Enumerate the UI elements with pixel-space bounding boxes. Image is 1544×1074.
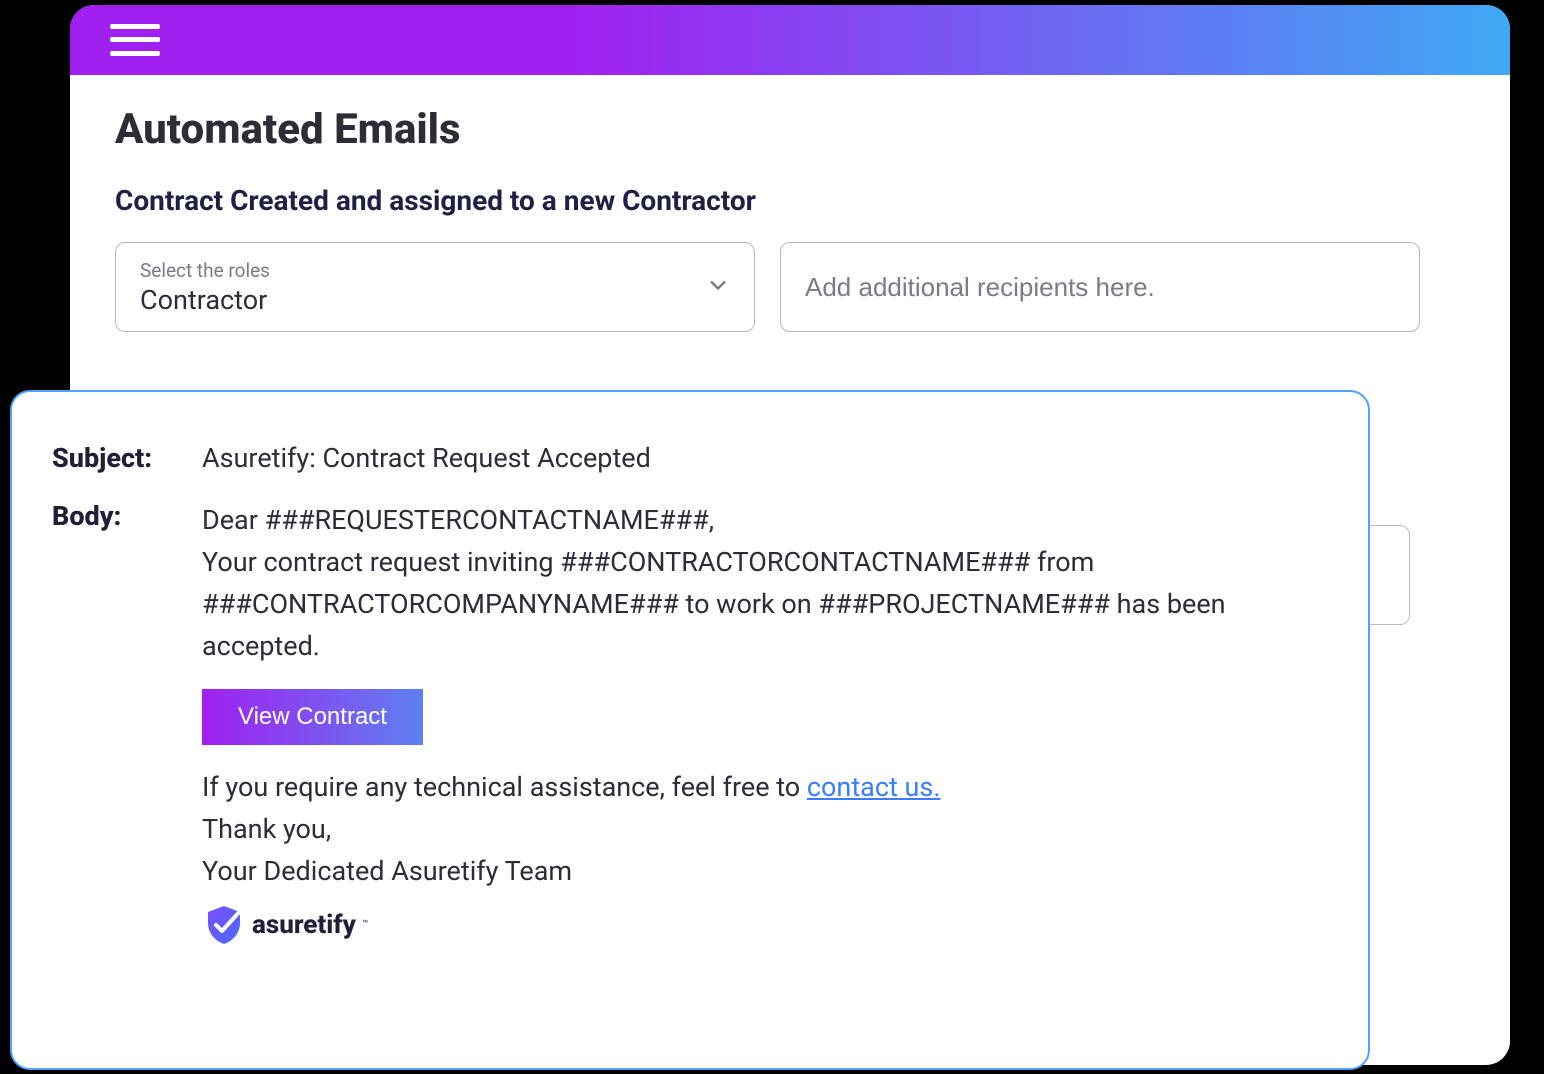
subject-value: Asuretify: Contract Request Accepted	[202, 442, 651, 474]
thank-you-line: Thank you,	[202, 809, 1328, 851]
roles-select-label: Select the roles	[140, 259, 730, 282]
section-heading: Contract Created and assigned to a new C…	[115, 184, 1465, 217]
logo: asuretify ™	[202, 903, 1328, 947]
menu-icon[interactable]	[110, 20, 160, 60]
view-contract-button[interactable]: View Contract	[202, 689, 423, 745]
subject-label: Subject:	[52, 442, 202, 474]
email-preview-card: Subject: Asuretify: Contract Request Acc…	[10, 390, 1370, 1070]
chevron-down-icon	[704, 271, 732, 299]
recipients-input[interactable]	[780, 242, 1420, 332]
logo-text: asuretify	[252, 905, 356, 945]
body-line-1: Your contract request inviting ###CONTRA…	[202, 542, 1328, 668]
page-title: Automated Emails	[115, 105, 1465, 154]
page-content: Automated Emails Contract Created and as…	[70, 75, 1510, 362]
controls-row: Select the roles Contractor	[115, 242, 1465, 332]
shield-check-icon	[202, 903, 246, 947]
assistance-line: If you require any technical assistance,…	[202, 767, 1328, 809]
assistance-prefix: If you require any technical assistance,…	[202, 771, 807, 803]
body-label: Body:	[52, 500, 202, 947]
contact-us-link[interactable]: contact us.	[807, 771, 941, 803]
signature-line: Your Dedicated Asuretify Team	[202, 851, 1328, 893]
roles-select[interactable]: Select the roles Contractor	[115, 242, 755, 332]
body-content: Dear ###REQUESTERCONTACTNAME###, Your co…	[202, 500, 1328, 947]
greeting-line: Dear ###REQUESTERCONTACTNAME###,	[202, 500, 1328, 542]
logo-tm: ™	[362, 917, 368, 933]
roles-select-value: Contractor	[140, 284, 730, 316]
topbar	[70, 5, 1510, 75]
